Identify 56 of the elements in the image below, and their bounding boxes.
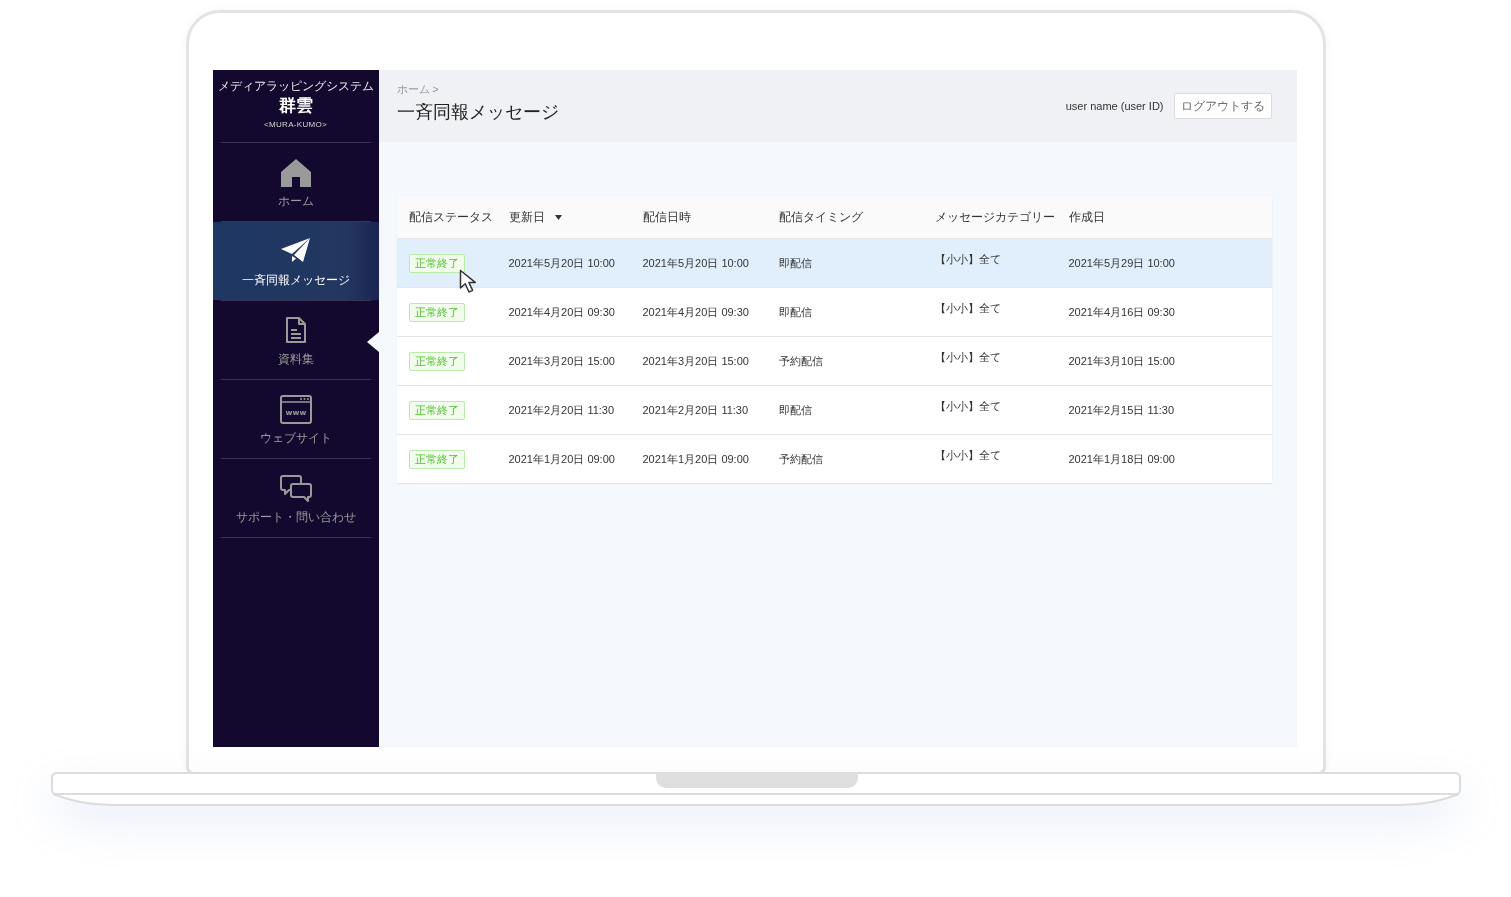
logo-text: 群雲 [278,95,313,117]
table-cell: 2021年3月10日 15:00 [1068,354,1175,367]
table-row[interactable]: 正常終了 2021年4月20日 09:30 2021年4月20日 09:30 即配信 【小小】全て 2021年4月16日 09:30 [396,288,1272,337]
column-header: 配信日時 [642,208,691,226]
table-cell: 2021年5月20日 10:00 [642,256,749,269]
table-cell: 【小小】全て [934,400,1001,412]
table-cell: 2021年3月20日 15:00 [508,354,615,367]
table-cell: 予約配信 [778,354,823,367]
page-title: 一斉同報メッセージ [396,101,559,124]
table-cell: 2021年3月20日 15:00 [642,354,749,367]
table-cell: 即配信 [778,403,812,416]
sidebar-nav-item[interactable]: 一斉同報メッセージ [212,222,379,300]
table-cell: 予約配信 [778,452,823,465]
sort-descending-icon[interactable] [554,214,562,220]
user-name: user name (user ID) [1065,100,1164,112]
table-row[interactable]: 正常終了 2021年5月20日 10:00 2021年5月20日 10:00 即配信 【小小】全て 2021年5月29日 10:00 [396,239,1272,288]
document-icon [284,316,307,344]
table-cell: 【小小】全て [934,351,1001,363]
logout-button[interactable]: ログアウトする [1173,93,1272,119]
table-cell: 即配信 [778,256,812,269]
column-header: 配信タイミング [778,208,863,226]
table-cell: 【小小】全て [934,302,1001,314]
table-cell: 2021年5月29日 10:00 [1068,256,1175,269]
table-cell: 2021年1月20日 09:00 [508,452,615,465]
table-cell: 即配信 [778,305,812,318]
logo-reading: <MURA-KUMO> [264,119,327,130]
sidebar-nav-item[interactable]: ホーム [212,143,379,221]
column-header: 作成日 [1068,208,1105,226]
table-cell: 2021年4月20日 09:30 [508,305,615,318]
status-badge: 正常終了 [408,449,465,469]
sidebar-nav-item[interactable]: サポート・問い合わせ [212,459,379,537]
table-cell: 2021年2月20日 11:30 [508,403,615,416]
status-badge: 正常終了 [408,400,465,420]
chat-bubbles-icon [279,474,312,502]
table-cell: 2021年4月20日 09:30 [642,305,749,318]
table-cell: 2021年5月20日 10:00 [508,256,615,269]
column-header: メッセージカテゴリー [934,208,1055,226]
table-cell: 2021年1月20日 09:00 [642,452,749,465]
column-header: 更新日 [508,208,545,226]
table-cell: 【小小】全て [934,253,1001,265]
table-cell: 2021年2月15日 11:30 [1068,403,1175,416]
table-cell: 2021年4月16日 09:30 [1068,305,1175,318]
column-header: 配信ステータス [408,208,493,226]
table-row[interactable]: 正常終了 2021年3月20日 15:00 2021年3月20日 15:00 予約配信 【小小】全て 2021年3月10日 15:00 [396,337,1272,386]
table-cell: 2021年1月18日 09:00 [1068,452,1175,465]
sidebar-nav-item[interactable]: 資料集 [212,301,379,379]
paper-plane-icon [280,237,311,263]
house-icon [279,158,312,188]
table-cell: 2021年2月20日 11:30 [642,403,749,416]
status-badge: 正常終了 [408,351,465,371]
table-row[interactable]: 正常終了 2021年1月20日 09:00 2021年1月20日 09:00 予約配信 【小小】全て 2021年1月18日 09:00 [396,435,1272,484]
status-badge: 正常終了 [408,253,465,273]
table-row[interactable]: 正常終了 2021年2月20日 11:30 2021年2月20日 11:30 即配信 【小小】全て 2021年2月15日 11:30 [396,386,1272,435]
system-name: メディアラッピングシステム [217,79,374,94]
status-badge: 正常終了 [408,302,465,322]
table-cell: 【小小】全て [934,449,1001,461]
